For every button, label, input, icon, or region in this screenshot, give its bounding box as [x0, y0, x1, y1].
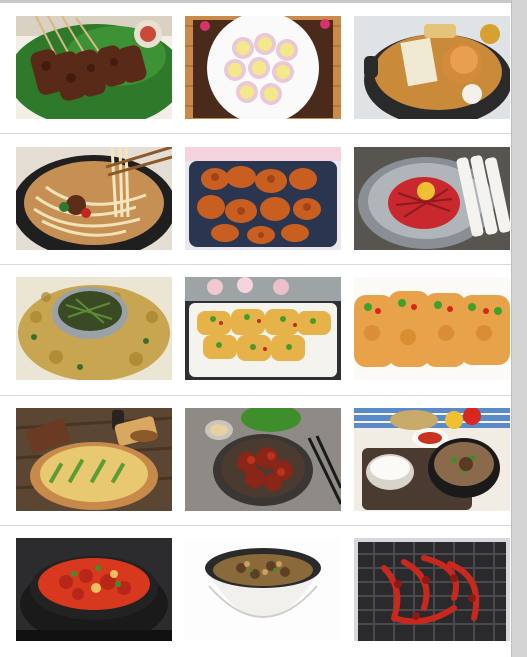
kimchi-jjigae-image — [16, 538, 172, 641]
bibimbap-bowl-image — [185, 538, 341, 641]
image-tile-egg-battered-jeon[interactable] — [185, 277, 341, 380]
image-tile-glazed-fried-chicken[interactable] — [185, 147, 341, 250]
grilled-spicy-octopus-image — [354, 538, 510, 641]
image-tile-kimchi-jjigae[interactable] — [16, 538, 172, 641]
image-tile-pan-fried-fish-jeon[interactable] — [354, 277, 510, 380]
image-tile-herb-pancake-with-sauce[interactable] — [16, 277, 172, 380]
pan-fried-fish-jeon-image — [354, 277, 510, 380]
raw-beef-yukhoe-image — [354, 147, 510, 250]
beef-soup-with-rice-image — [354, 408, 510, 511]
viewport — [0, 0, 527, 657]
row-divider — [0, 264, 511, 265]
herb-pancake-with-sauce-image — [16, 277, 172, 380]
image-tile-grilled-scallops[interactable] — [185, 16, 341, 119]
grilled-scallops-image — [185, 16, 341, 119]
row-divider — [0, 395, 511, 396]
vertical-scrollbar[interactable] — [511, 0, 527, 657]
image-tile-satay-skewers[interactable] — [16, 16, 172, 119]
row-divider — [0, 133, 511, 134]
image-tile-spicy-stir-fried-pork[interactable] — [185, 408, 341, 511]
image-tile-beef-soup-with-rice[interactable] — [354, 408, 510, 511]
egg-battered-jeon-image — [185, 277, 341, 380]
fishcake-hotpot-image — [354, 16, 510, 119]
image-tile-raw-beef-yukhoe[interactable] — [354, 147, 510, 250]
row-divider — [0, 525, 511, 526]
image-tile-seafood-green-onion-pancake[interactable] — [16, 408, 172, 511]
seafood-green-onion-pancake-image — [16, 408, 172, 511]
beef-noodle-soup-image — [16, 147, 172, 250]
image-tile-beef-noodle-soup[interactable] — [16, 147, 172, 250]
image-tile-grilled-spicy-octopus[interactable] — [354, 538, 510, 641]
spicy-stir-fried-pork-image — [185, 408, 341, 511]
image-grid-panel — [0, 0, 511, 657]
glazed-fried-chicken-image — [185, 147, 341, 250]
image-tile-fishcake-hotpot[interactable] — [354, 16, 510, 119]
satay-skewers-image — [16, 16, 172, 119]
image-tile-bibimbap-bowl[interactable] — [185, 538, 341, 641]
